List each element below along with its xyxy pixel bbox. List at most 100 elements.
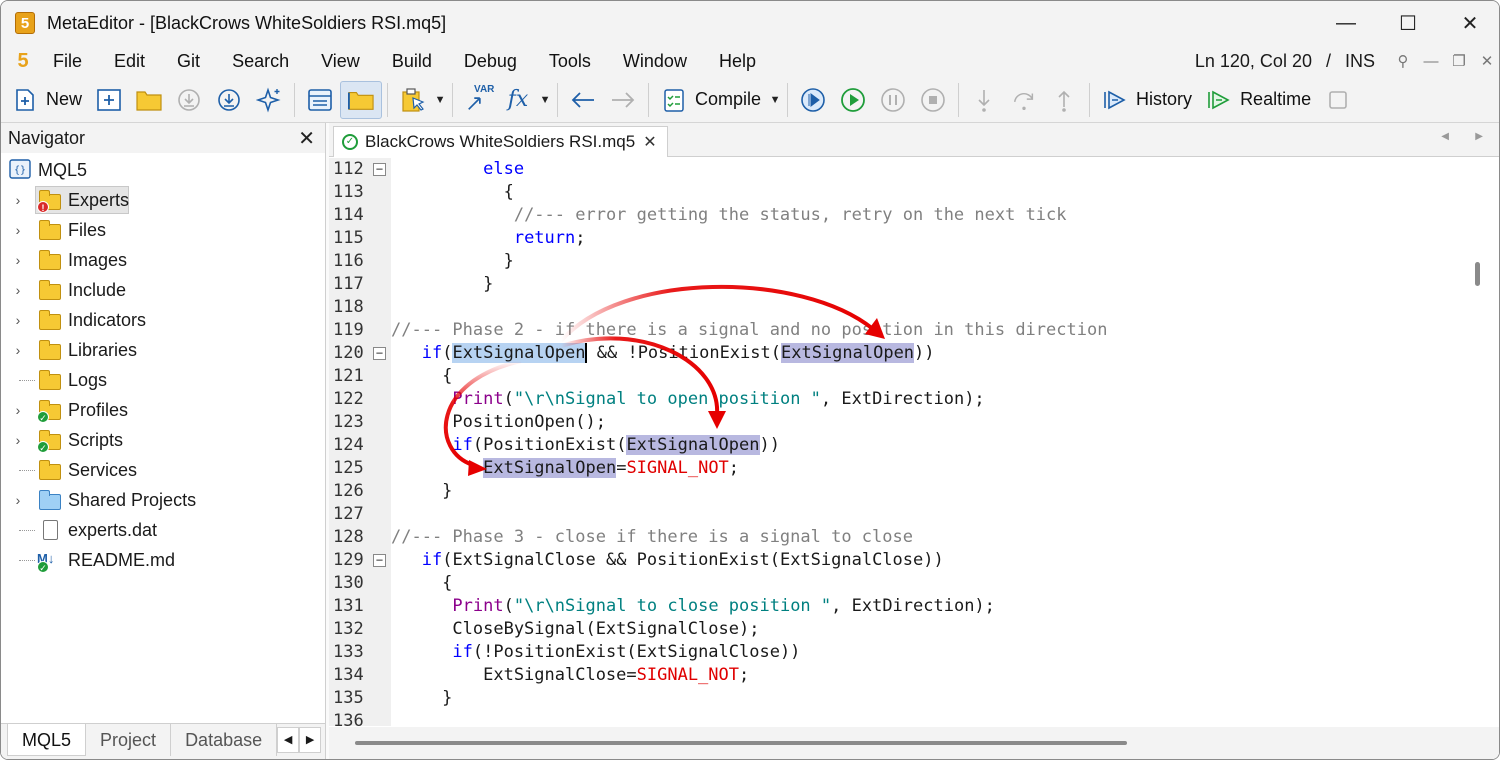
fold-toggle-icon[interactable]: − xyxy=(373,554,386,567)
menu-tools[interactable]: Tools xyxy=(533,45,607,77)
expand-chevron-icon[interactable]: › xyxy=(11,402,25,418)
pause-button[interactable] xyxy=(873,81,913,119)
vertical-scrollbar[interactable] xyxy=(1473,158,1483,726)
code-line[interactable]: 117 } xyxy=(329,273,1474,296)
expand-chevron-icon[interactable]: › xyxy=(11,492,25,508)
menu-search[interactable]: Search xyxy=(216,45,305,77)
tree-item-shared-projects[interactable]: › Shared Projects xyxy=(1,485,325,515)
menu-file[interactable]: File xyxy=(37,45,98,77)
nav-tab-scroll-right-icon[interactable]: ▶ xyxy=(299,727,322,753)
tree-item-include[interactable]: › Include xyxy=(1,275,325,305)
expand-chevron-icon[interactable]: › xyxy=(11,342,25,358)
expand-chevron-icon[interactable]: › xyxy=(11,252,25,268)
menu-view[interactable]: View xyxy=(305,45,376,77)
step-out-button[interactable] xyxy=(1044,81,1084,119)
code-line[interactable]: 130 { xyxy=(329,572,1474,595)
code-line[interactable]: 133 if(!PositionExist(ExtSignalClose)) xyxy=(329,641,1474,664)
ai-assist-button[interactable] xyxy=(249,81,289,119)
code-line[interactable]: 120− if(ExtSignalOpen && !PositionExist(… xyxy=(329,342,1474,365)
maximize-button[interactable]: ☐ xyxy=(1377,1,1439,45)
compile-button[interactable]: Compile xyxy=(654,81,768,119)
vertical-scroll-thumb[interactable] xyxy=(1475,262,1480,286)
tree-item-experts[interactable]: ›! Experts xyxy=(1,185,325,215)
tree-item-experts-dat[interactable]: experts.dat xyxy=(1,515,325,545)
fold-toggle-icon[interactable]: − xyxy=(373,163,386,176)
clipboard-button[interactable] xyxy=(393,81,433,119)
tree-item-services[interactable]: Services xyxy=(1,455,325,485)
save-button[interactable] xyxy=(169,81,209,119)
expand-chevron-icon[interactable]: › xyxy=(11,312,25,328)
compile-dropdown-icon[interactable]: ▼ xyxy=(768,94,782,106)
expand-chevron-icon[interactable]: › xyxy=(11,282,25,298)
fold-toggle-icon[interactable]: − xyxy=(373,347,386,360)
new-button[interactable]: New xyxy=(5,81,89,119)
horizontal-scroll-thumb[interactable] xyxy=(355,741,1127,745)
step-over-button[interactable] xyxy=(1004,81,1044,119)
code-line[interactable]: 126 } xyxy=(329,480,1474,503)
stop-button[interactable] xyxy=(913,81,953,119)
document-tab[interactable]: ✓ BlackCrows WhiteSoldiers RSI.mq5 ✕ xyxy=(333,126,668,157)
nav-tab-database[interactable]: Database xyxy=(171,724,278,756)
code-line[interactable]: 134 ExtSignalClose=SIGNAL_NOT; xyxy=(329,664,1474,687)
code-line[interactable]: 129− if(ExtSignalClose && PositionExist(… xyxy=(329,549,1474,572)
code-line[interactable]: 128 //--- Phase 3 - close if there is a s… xyxy=(329,526,1474,549)
clipboard-dropdown-icon[interactable]: ▼ xyxy=(433,94,447,106)
close-button[interactable]: ✕ xyxy=(1439,1,1499,45)
tree-item-indicators[interactable]: › Indicators xyxy=(1,305,325,335)
expand-chevron-icon[interactable]: › xyxy=(11,432,25,448)
doc-close-icon[interactable]: ✕ xyxy=(1473,52,1499,70)
tree-item-images[interactable]: › Images xyxy=(1,245,325,275)
expand-chevron-icon[interactable]: › xyxy=(11,222,25,238)
open-button[interactable] xyxy=(129,81,169,119)
insert-function-button[interactable]: fx xyxy=(498,81,538,119)
menu-logo-icon[interactable]: 5 xyxy=(9,50,37,73)
save-all-button[interactable] xyxy=(209,81,249,119)
minimize-button[interactable]: — xyxy=(1315,1,1377,45)
code-line[interactable]: 127 xyxy=(329,503,1474,526)
nav-tab-scroll-left-icon[interactable]: ◀ xyxy=(277,727,300,753)
menu-window[interactable]: Window xyxy=(607,45,703,77)
doc-restore-icon[interactable]: ❐ xyxy=(1445,52,1473,70)
code-line[interactable]: 136 xyxy=(329,710,1474,726)
function-dropdown-icon[interactable]: ▼ xyxy=(538,94,552,106)
toggle-toolbox-button[interactable] xyxy=(300,81,340,119)
start-button[interactable] xyxy=(833,81,873,119)
code-line[interactable]: 112− else xyxy=(329,158,1474,181)
menu-git[interactable]: Git xyxy=(161,45,216,77)
navigator-close-icon[interactable]: ✕ xyxy=(298,126,315,151)
code-line[interactable]: 123 PositionOpen(); xyxy=(329,411,1474,434)
stop-test-button[interactable] xyxy=(1318,81,1358,119)
nav-tab-project[interactable]: Project xyxy=(86,724,172,756)
code-line[interactable]: 115 return; xyxy=(329,227,1474,250)
nav-tab-mql5[interactable]: MQL5 xyxy=(7,724,87,756)
code-line[interactable]: 131 Print("\r\nSignal to close position … xyxy=(329,595,1474,618)
tree-item-readme-md[interactable]: M↓ ✓ README.md xyxy=(1,545,325,575)
realtime-button[interactable]: Realtime xyxy=(1199,81,1318,119)
toggle-navigator-button[interactable] xyxy=(340,80,383,119)
code-line[interactable]: 116 } xyxy=(329,250,1474,273)
code-line[interactable]: 124 if(PositionExist(ExtSignalOpen)) xyxy=(329,434,1474,457)
tree-item-scripts[interactable]: › ✓ Scripts xyxy=(1,425,325,455)
debug-history-button[interactable] xyxy=(793,81,833,119)
insert-variable-button[interactable]: VAR xyxy=(458,81,498,119)
code-line[interactable]: 132 CloseBySignal(ExtSignalClose); xyxy=(329,618,1474,641)
code-editor[interactable]: 112− else 113 {114 //--- error getting th… xyxy=(329,158,1474,726)
menu-help[interactable]: Help xyxy=(703,45,772,77)
code-line[interactable]: 113 { xyxy=(329,181,1474,204)
step-into-button[interactable] xyxy=(964,81,1004,119)
tree-item-profiles[interactable]: › ✓ Profiles xyxy=(1,395,325,425)
new-project-button[interactable] xyxy=(89,81,129,119)
doc-minimize-icon[interactable]: — xyxy=(1417,53,1445,70)
tree-root-mql5[interactable]: {} MQL5 xyxy=(1,155,325,185)
history-button[interactable]: History xyxy=(1095,81,1199,119)
code-line[interactable]: 125 ExtSignalOpen=SIGNAL_NOT; xyxy=(329,457,1474,480)
tree-item-libraries[interactable]: › Libraries xyxy=(1,335,325,365)
expand-chevron-icon[interactable]: › xyxy=(11,192,25,208)
code-line[interactable]: 118 xyxy=(329,296,1474,319)
code-line[interactable]: 114 //--- error getting the status, retr… xyxy=(329,204,1474,227)
back-button[interactable] xyxy=(563,81,603,119)
horizontal-scrollbar[interactable] xyxy=(329,727,1499,759)
tree-item-files[interactable]: › Files xyxy=(1,215,325,245)
tab-scroll-left-icon[interactable]: ◀ xyxy=(1441,131,1449,142)
code-line[interactable]: 135 } xyxy=(329,687,1474,710)
